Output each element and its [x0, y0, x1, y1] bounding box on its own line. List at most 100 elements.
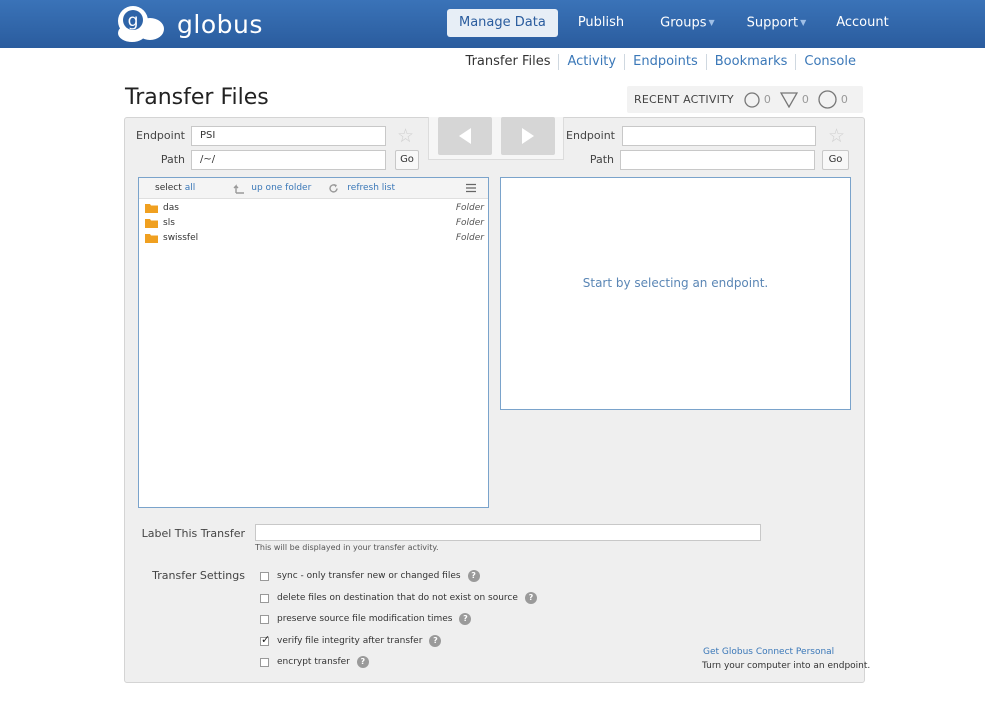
subnav-activity[interactable]: Activity: [558, 54, 624, 70]
succeeded-value: 0: [840, 93, 848, 106]
nav-account-label: Account: [836, 15, 889, 30]
refresh-list-label: refresh list: [347, 183, 396, 193]
file-row[interactable]: das Folder: [139, 200, 488, 215]
nav-manage-data[interactable]: Manage Data: [447, 9, 558, 37]
file-name: das: [163, 202, 179, 213]
bookmark-star-icon[interactable]: ☆: [397, 126, 414, 146]
nav-groups[interactable]: Groups ▼: [648, 9, 727, 37]
left-file-pane[interactable]: select all up one folder refresh list da…: [138, 177, 489, 508]
failed-count[interactable]: 0: [779, 91, 809, 108]
top-navbar: g globus Manage Data Publish Groups ▼ Sup…: [0, 0, 985, 48]
bookmark-star-icon[interactable]: ☆: [828, 126, 845, 146]
refresh-icon: [329, 183, 338, 192]
left-path-label: Path: [160, 153, 185, 166]
delete-checkbox[interactable]: [260, 593, 269, 603]
setting-label: sync - only transfer new or changed file…: [277, 571, 461, 581]
in-progress-count[interactable]: 0: [744, 91, 771, 108]
right-path-input[interactable]: [620, 150, 815, 170]
setting-preserve[interactable]: preserve source file modification times …: [260, 612, 472, 626]
menu-icon[interactable]: [466, 183, 476, 196]
sync-checkbox[interactable]: [260, 571, 269, 581]
transfer-left-button[interactable]: [438, 117, 492, 155]
left-go-button[interactable]: Go: [395, 150, 419, 170]
help-icon[interactable]: ?: [459, 613, 472, 625]
up-one-folder-button[interactable]: up one folder: [233, 183, 311, 194]
recent-activity-bar[interactable]: RECENT ACTIVITY 0 0 0: [627, 86, 863, 113]
arrow-left-icon: [459, 128, 471, 144]
transfer-arrows: [428, 117, 564, 160]
in-progress-value: 0: [763, 93, 771, 106]
setting-verify[interactable]: verify file integrity after transfer ?: [260, 633, 442, 648]
succeeded-count[interactable]: 0: [818, 90, 848, 109]
file-type: Folder: [455, 202, 484, 213]
file-row[interactable]: sls Folder: [139, 215, 488, 230]
left-endpoint-label: Endpoint: [136, 129, 185, 142]
cloud-logo-icon: g: [117, 5, 169, 43]
transfer-settings-title: Transfer Settings: [152, 569, 245, 582]
right-go-button[interactable]: Go: [822, 150, 849, 170]
nav-publish-label: Publish: [577, 15, 625, 30]
nav-support[interactable]: Support ▼: [735, 9, 819, 37]
help-icon[interactable]: ?: [524, 592, 537, 604]
up-arrow-icon: [233, 183, 245, 194]
globus-logo[interactable]: g globus: [117, 5, 263, 43]
help-icon[interactable]: ?: [467, 570, 480, 582]
subnav-console[interactable]: Console: [795, 54, 856, 70]
warning-triangle-icon: [779, 91, 798, 108]
setting-label: verify file integrity after transfer: [277, 636, 423, 646]
transfer-label-input[interactable]: [255, 524, 761, 541]
brand-name: globus: [177, 9, 263, 39]
subnav-endpoints[interactable]: Endpoints: [624, 54, 706, 70]
setting-sync[interactable]: sync - only transfer new or changed file…: [260, 569, 480, 583]
page-title: Transfer Files: [125, 85, 269, 110]
recent-activity-label: RECENT ACTIVITY: [634, 93, 734, 106]
right-file-pane[interactable]: Start by selecting an endpoint.: [500, 177, 851, 410]
failed-value: 0: [801, 93, 809, 106]
file-name: sls: [163, 217, 175, 228]
up-one-folder-label: up one folder: [251, 183, 312, 193]
file-row[interactable]: swissfel Folder: [139, 230, 488, 245]
setting-label: preserve source file modification times: [277, 614, 453, 624]
file-pane-toolbar: select all up one folder refresh list: [139, 178, 488, 199]
file-name: swissfel: [163, 232, 199, 243]
globus-connect-personal-text: Turn your computer into an endpoint.: [702, 661, 871, 671]
select-label: select: [155, 183, 182, 193]
verify-checkbox[interactable]: [260, 633, 270, 646]
subnav-transfer-files[interactable]: Transfer Files: [458, 54, 559, 70]
chevron-down-icon: ▼: [800, 18, 807, 27]
nav-groups-label: Groups: [660, 15, 707, 31]
sub-nav: Transfer Files Activity Endpoints Bookma…: [458, 54, 856, 70]
refresh-list-button[interactable]: refresh list: [328, 183, 395, 194]
setting-label: delete files on destination that do not …: [277, 593, 518, 603]
nav-account[interactable]: Account: [824, 9, 901, 37]
left-path-input[interactable]: /~/: [191, 150, 386, 170]
svg-text:g: g: [128, 11, 139, 31]
preserve-checkbox[interactable]: [260, 614, 269, 624]
setting-label: encrypt transfer: [277, 657, 350, 667]
chevron-down-icon: ▼: [708, 18, 715, 27]
setting-delete[interactable]: delete files on destination that do not …: [260, 591, 537, 605]
nav-publish[interactable]: Publish: [566, 9, 636, 37]
label-transfer-title: Label This Transfer: [141, 527, 245, 540]
left-endpoint-input[interactable]: PSI: [191, 126, 386, 146]
file-type: Folder: [455, 217, 484, 228]
file-type: Folder: [455, 232, 484, 243]
help-icon[interactable]: ?: [429, 635, 442, 647]
arrow-right-icon: [522, 128, 534, 144]
help-icon[interactable]: ?: [356, 656, 369, 668]
setting-encrypt[interactable]: encrypt transfer ?: [260, 655, 369, 669]
right-endpoint-label: Endpoint: [566, 129, 615, 142]
main-nav: Manage Data Publish Groups ▼ Support ▼ Acc…: [447, 9, 909, 37]
folder-icon: [145, 203, 158, 213]
subnav-bookmarks[interactable]: Bookmarks: [705, 54, 796, 70]
folder-icon: [145, 233, 158, 243]
right-path-label: Path: [589, 153, 614, 166]
transfer-right-button[interactable]: [501, 117, 555, 155]
transfer-label-hint: This will be displayed in your transfer …: [255, 543, 439, 552]
select-all-link[interactable]: all: [185, 183, 196, 193]
folder-icon: [145, 218, 158, 228]
right-endpoint-input[interactable]: [622, 126, 816, 146]
empty-pane-message: Start by selecting an endpoint.: [582, 276, 769, 290]
encrypt-checkbox[interactable]: [260, 657, 269, 667]
globus-connect-personal-link[interactable]: Get Globus Connect Personal: [703, 647, 834, 657]
